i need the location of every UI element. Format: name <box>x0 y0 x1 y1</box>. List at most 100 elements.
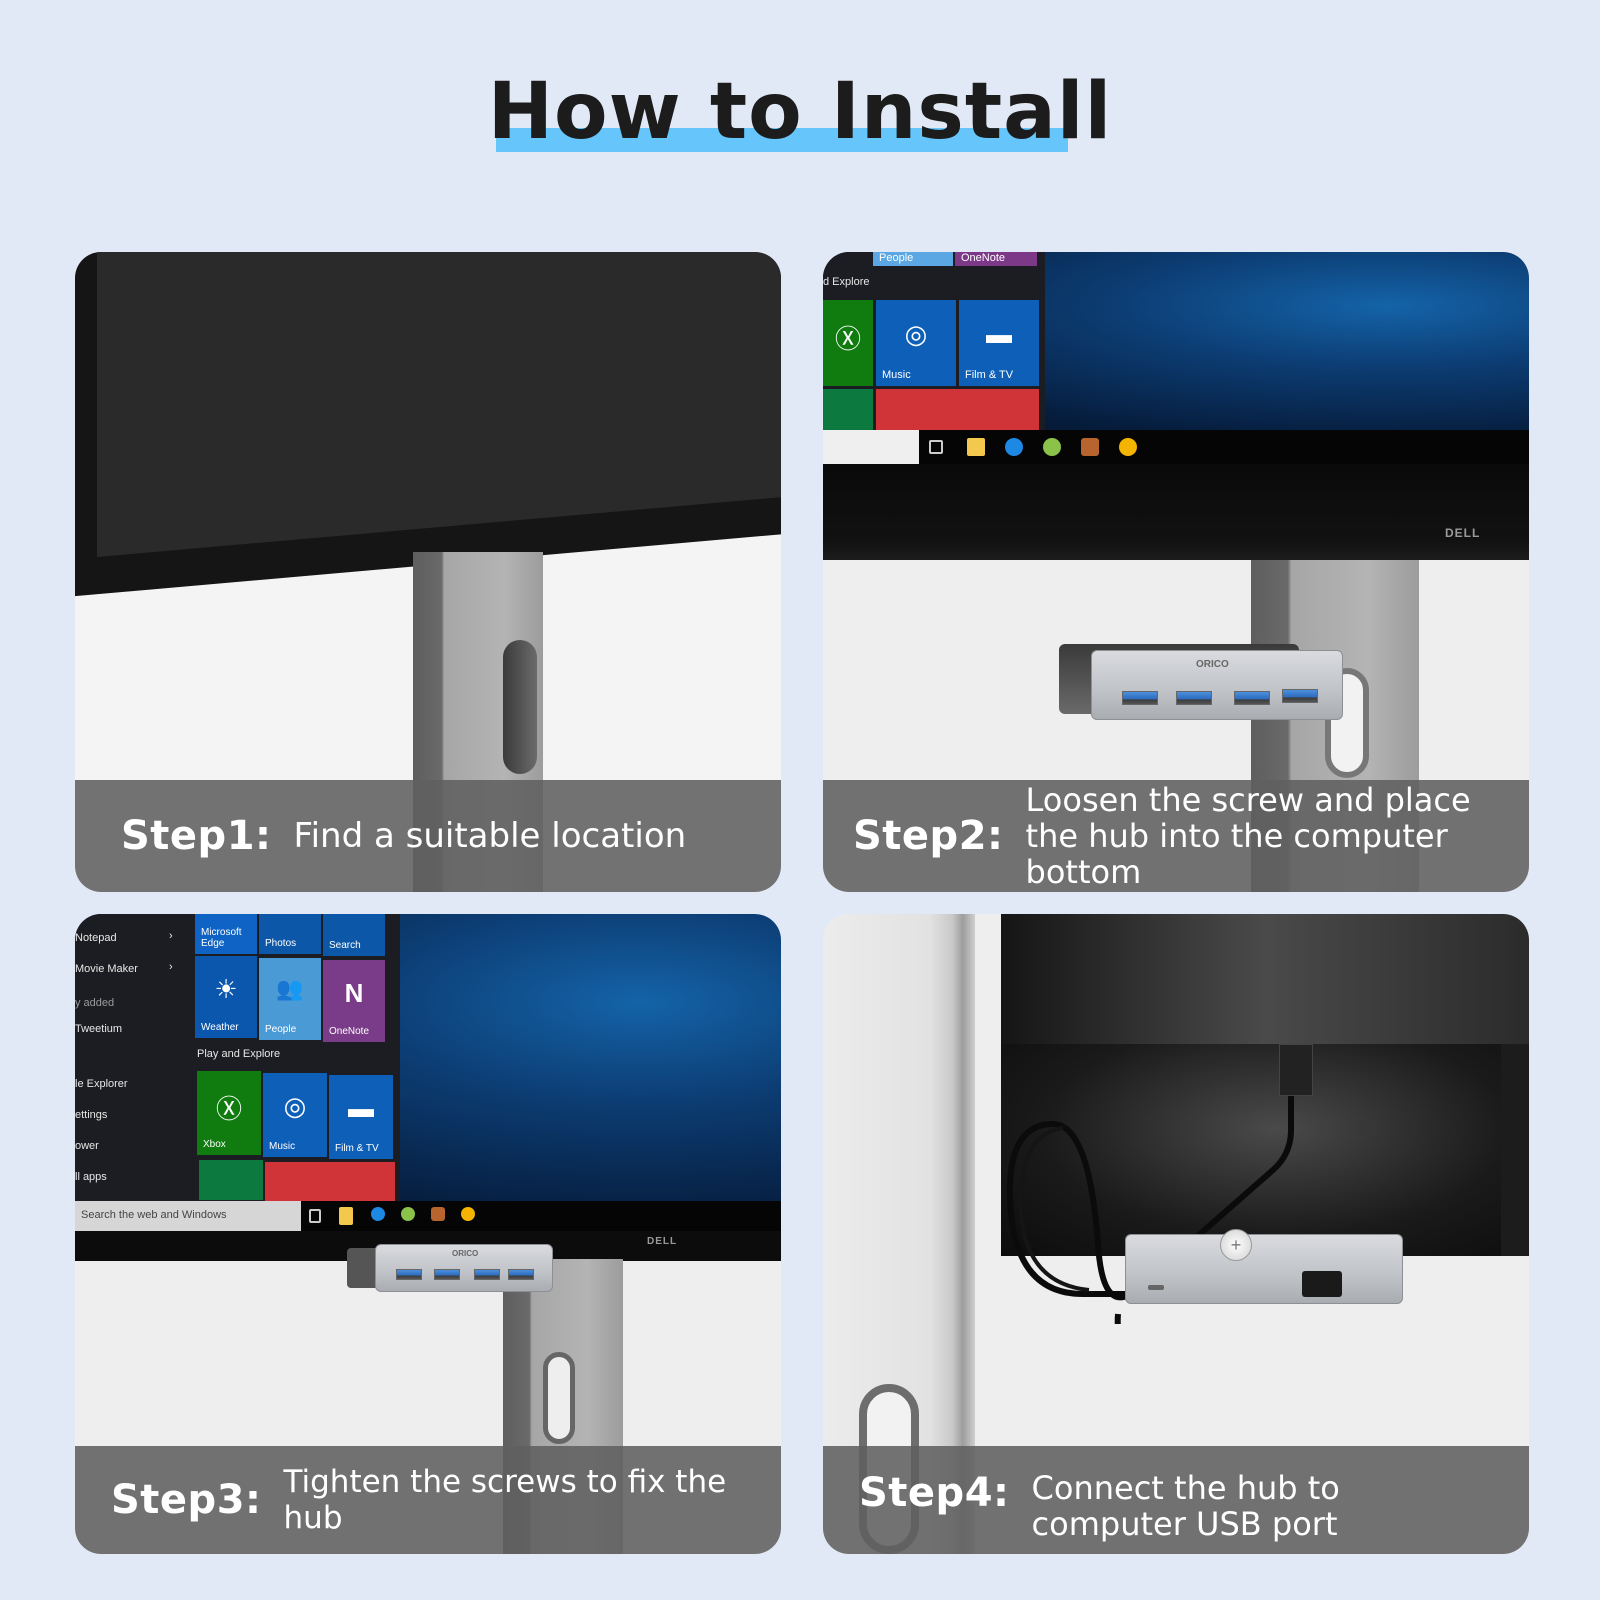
music-icon: ◎ <box>283 1091 307 1122</box>
media-app-icon[interactable] <box>431 1207 445 1221</box>
chrome-canary-icon[interactable] <box>461 1207 475 1221</box>
tile-xbox[interactable]: Ⓧ Xbox <box>197 1071 261 1155</box>
music-icon: ◎ <box>904 318 928 349</box>
taskbar-search-box[interactable]: Search the web and Windows <box>75 1201 301 1231</box>
menu-item[interactable]: ll apps <box>75 1171 107 1183</box>
tile-money[interactable] <box>199 1160 263 1200</box>
usb-port <box>1122 691 1158 705</box>
step-label: Step3: <box>111 1477 262 1523</box>
plugged-usb-connector <box>1302 1271 1342 1297</box>
hub-brand: ORICO <box>1196 659 1229 670</box>
step-caption: Step3: Tighten the screws to fix the hub <box>75 1446 781 1554</box>
file-explorer-icon[interactable] <box>967 438 985 456</box>
tile-film-tv[interactable]: ▬ Film & TV <box>329 1075 393 1159</box>
tile-people: People <box>873 252 953 266</box>
step-caption: Step4: Connect the hub to computer USB p… <box>823 1446 1529 1554</box>
search-placeholder: Search the web and Windows <box>81 1209 227 1221</box>
tile-news[interactable] <box>265 1162 395 1202</box>
chrome-canary-icon[interactable] <box>1119 438 1137 456</box>
usb-hub: ORICO <box>1091 650 1343 720</box>
monitor-back-upper <box>1001 914 1529 1044</box>
messenger-icon[interactable] <box>1005 438 1023 456</box>
usb-port <box>396 1269 422 1280</box>
menu-item[interactable]: Notepad <box>75 932 117 944</box>
tile-photos[interactable]: Photos <box>259 914 321 954</box>
page-title: How to Install <box>487 67 1113 157</box>
menu-item[interactable]: ettings <box>75 1109 107 1121</box>
usb-port <box>1176 691 1212 705</box>
menu-item[interactable]: ower <box>75 1140 99 1152</box>
section-label: d Explore <box>823 276 870 288</box>
chevron-right-icon: › <box>169 930 173 942</box>
spotify-icon[interactable] <box>401 1207 415 1221</box>
page-header: How to Install <box>0 62 1600 162</box>
weather-icon: ☀ <box>214 974 238 1005</box>
usb-port <box>474 1269 500 1280</box>
step-text: Tighten the screws to fix the hub <box>283 1464 727 1536</box>
chevron-right-icon: › <box>169 961 173 973</box>
step-label: Step2: <box>853 813 1004 859</box>
taskbar: Search the web and Windows <box>75 1201 781 1231</box>
stand-cable-hole <box>503 640 537 774</box>
tile-news <box>876 389 1039 433</box>
tile-search[interactable]: Search <box>323 914 385 956</box>
step-card-3: Notepad › Movie Maker › y added Tweetium… <box>75 914 781 1554</box>
tile-edge[interactable]: Microsoft Edge <box>195 914 257 954</box>
micro-usb-port <box>1148 1285 1164 1290</box>
media-app-icon[interactable] <box>1081 438 1099 456</box>
messenger-icon[interactable] <box>371 1207 385 1221</box>
task-view-icon[interactable] <box>309 1209 321 1223</box>
xbox-icon: Ⓧ <box>215 1094 242 1125</box>
step-card-1: Step1: Find a suitable location <box>75 252 781 892</box>
menu-item[interactable]: Tweetium <box>75 1023 122 1035</box>
step-text: Find a suitable location <box>293 816 687 856</box>
menu-section: y added <box>75 997 115 1009</box>
usb-port <box>508 1269 534 1280</box>
screw-knob[interactable]: + <box>1220 1229 1252 1261</box>
spotify-icon[interactable] <box>1043 438 1061 456</box>
monitor-bottom-bezel <box>823 464 1529 560</box>
tile-weather[interactable]: ☀ Weather <box>195 956 257 1038</box>
xbox-icon: Ⓧ <box>834 323 861 354</box>
usb-hub: + <box>1125 1229 1403 1304</box>
usb-port <box>434 1269 460 1280</box>
tile-people[interactable]: 👥 People <box>259 958 321 1040</box>
usb-port <box>1234 691 1270 705</box>
step-label: Step1: <box>121 813 272 859</box>
menu-item[interactable]: le Explorer <box>75 1078 128 1090</box>
dell-logo: DELL <box>647 1236 678 1247</box>
tile-onenote[interactable]: N OneNote <box>323 960 385 1042</box>
usb-hub: ORICO <box>375 1244 553 1292</box>
tile-onenote: OneNote <box>955 252 1037 266</box>
monitor-back-side <box>1501 1044 1529 1256</box>
step-caption: Step2: Loosen the screw and place the hu… <box>823 780 1529 892</box>
taskbar-search-box[interactable] <box>823 430 919 464</box>
dell-logo: DELL <box>1445 526 1481 540</box>
screw-icon: + <box>1230 1235 1242 1255</box>
section-label: Play and Explore <box>197 1048 281 1060</box>
hub-brand: ORICO <box>452 1249 479 1258</box>
file-explorer-icon[interactable] <box>339 1207 353 1225</box>
step-text: Loosen the screw and place the hub into … <box>1025 781 1471 891</box>
onenote-icon: N <box>344 978 364 1009</box>
film-icon: ▬ <box>348 1093 374 1124</box>
tile-music: ◎ Music <box>876 300 956 386</box>
usb-port <box>1282 689 1318 703</box>
step-card-4: + Step4: Connect the hub to computer USB… <box>823 914 1529 1554</box>
start-menu: People OneNote d Explore Ⓧ ◎ Music ▬ Film … <box>823 252 1045 433</box>
tile-music[interactable]: ◎ Music <box>263 1073 327 1157</box>
step-text: Connect the hub to computer USB port <box>1031 1469 1340 1543</box>
tile-money <box>823 389 873 433</box>
task-view-icon[interactable] <box>929 440 943 454</box>
taskbar <box>823 430 1529 464</box>
step-card-2: People OneNote d Explore Ⓧ ◎ Music ▬ Film … <box>823 252 1529 892</box>
step-label: Step4: <box>859 1470 1010 1516</box>
film-icon: ▬ <box>986 318 1012 349</box>
stand-cable-hole <box>543 1352 575 1444</box>
start-menu: Notepad › Movie Maker › y added Tweetium… <box>75 914 400 1209</box>
step-caption: Step1: Find a suitable location <box>75 780 781 892</box>
tile-film-tv: ▬ Film & TV <box>959 300 1039 386</box>
people-icon: 👥 <box>276 976 304 1002</box>
tile-xbox: Ⓧ <box>823 300 873 386</box>
menu-item[interactable]: Movie Maker <box>75 963 138 975</box>
